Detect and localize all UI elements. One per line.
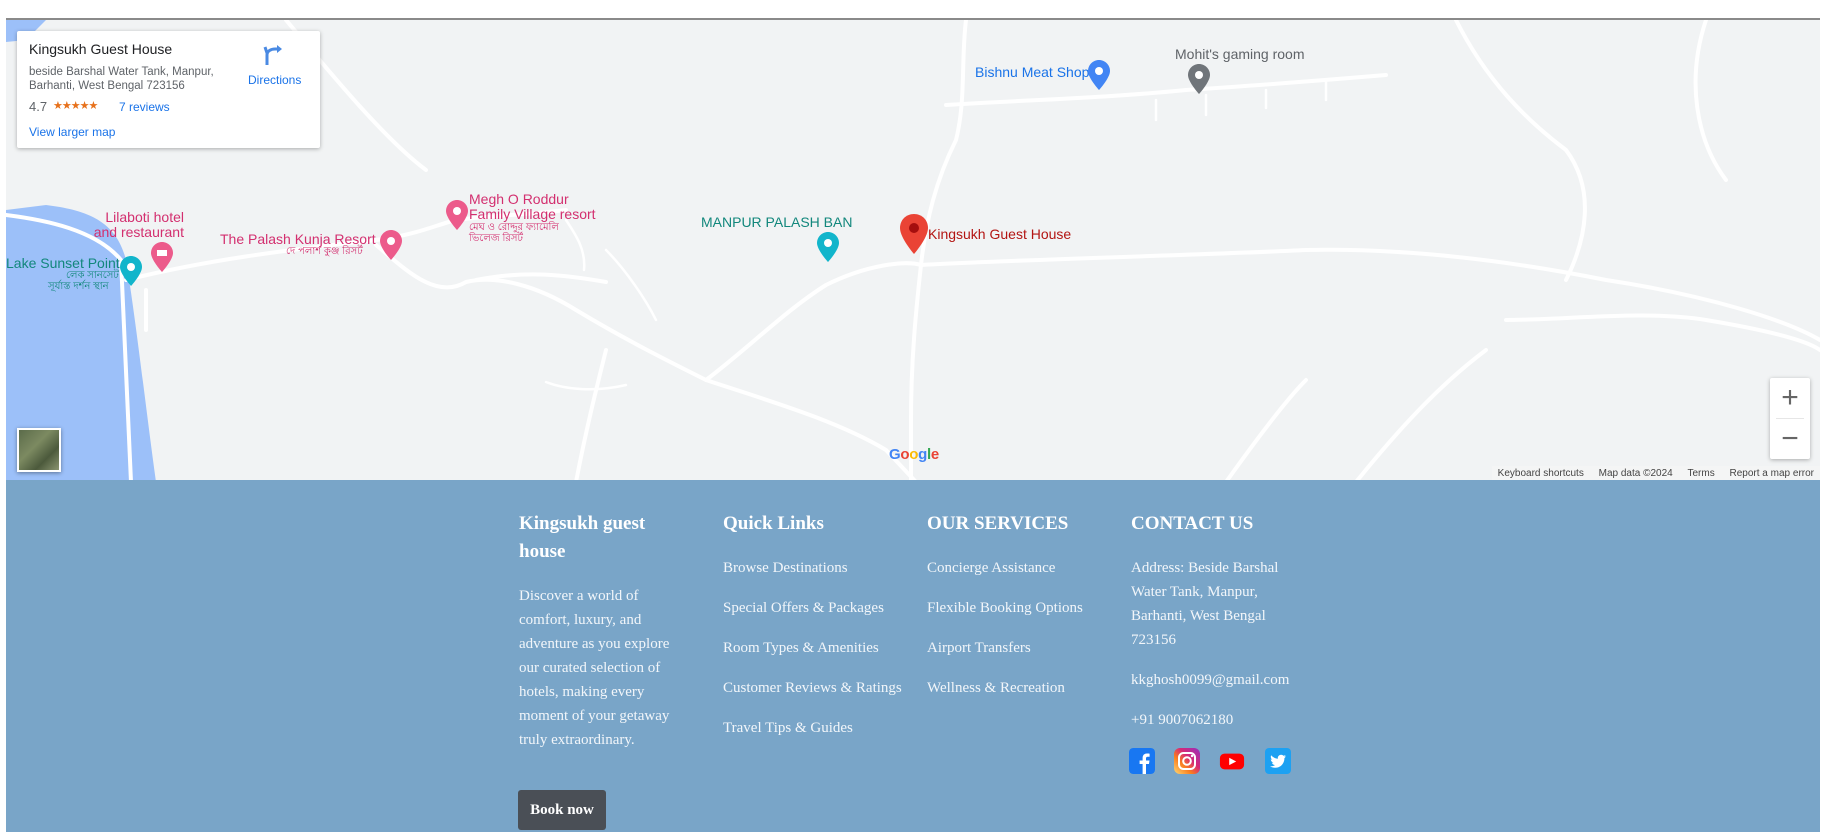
twitter-icon[interactable] — [1265, 748, 1291, 774]
resort-pin-icon[interactable] — [380, 230, 402, 260]
place-pin-icon[interactable] — [1188, 64, 1210, 94]
viewpoint-pin-icon[interactable] — [120, 256, 142, 286]
service-link-item[interactable]: Wellness & Recreation — [927, 676, 1107, 700]
map-label-palash-bengali: দে পলাশ কুঞ্জ রিসর্ট — [286, 246, 363, 257]
map-label-manpur[interactable]: MANPUR PALASH BAN — [701, 214, 852, 230]
map-label-mohit[interactable]: Mohit's gaming room — [1175, 46, 1305, 62]
report-map-error-link[interactable]: Report a map error — [1730, 468, 1814, 479]
quick-link-item[interactable]: Customer Reviews & Ratings — [723, 676, 903, 700]
footer-about-column: Kingsukh guest house Discover a world of… — [519, 510, 689, 752]
map-label-megh-bengali-2: ভিলেজ রিসর্ট — [469, 233, 523, 244]
hotel-pin-icon[interactable] — [151, 242, 173, 272]
site-footer: Kingsukh guest house Discover a world of… — [6, 480, 1820, 832]
footer-quick-links-title: Quick Links — [723, 513, 824, 534]
service-link-item[interactable]: Airport Transfers — [927, 636, 1107, 660]
quick-link-item[interactable]: Travel Tips & Guides — [723, 716, 903, 740]
map-label-megh-line2[interactable]: Family Village resort — [469, 206, 596, 222]
book-now-button[interactable]: Book now — [518, 790, 606, 830]
youtube-icon[interactable] — [1219, 748, 1245, 774]
quick-link-item[interactable]: Browse Destinations — [723, 556, 903, 580]
map-label-kingsukh[interactable]: Kingsukh Guest House — [928, 226, 1071, 242]
contact-address: Address: Beside Barshal Water Tank, Manp… — [1131, 560, 1279, 648]
zoom-in-button[interactable]: + — [1770, 378, 1810, 418]
google-logo: Google — [889, 446, 939, 463]
view-larger-map-link[interactable]: View larger map — [29, 125, 115, 139]
place-rating: 4.7 — [29, 99, 48, 114]
directions-icon[interactable] — [263, 43, 285, 67]
embedded-map[interactable]: Kingsukh Guest House beside Barshal Wate… — [6, 18, 1820, 482]
service-link-item[interactable]: Concierge Assistance — [927, 556, 1107, 580]
service-link-item[interactable]: Flexible Booking Options — [927, 596, 1107, 620]
park-pin-icon[interactable] — [817, 232, 839, 262]
footer-services-column: OUR SERVICES Concierge Assistance Flexib… — [927, 510, 1107, 716]
resort-pin-icon[interactable] — [446, 200, 468, 230]
map-label-lake-bengali-1: লেক সানসেট — [66, 270, 119, 281]
map-label-lilaboti-line2[interactable]: and restaurant — [88, 224, 184, 240]
instagram-icon[interactable] — [1174, 748, 1200, 774]
map-data-text: Map data ©2024 — [1598, 468, 1673, 479]
zoom-controls: + − — [1770, 378, 1810, 459]
footer-contact-column: CONTACT US Address: Beside Barshal Water… — [1131, 510, 1311, 748]
footer-about-description: Discover a world of comfort, luxury, and… — [519, 588, 670, 748]
quick-link-item[interactable]: Special Offers & Packages — [723, 596, 903, 620]
map-label-megh-bengali: মেঘ ও রোদ্দুর ফ্যামেলি — [469, 222, 559, 233]
place-info-card: Kingsukh Guest House beside Barshal Wate… — [17, 31, 320, 148]
facebook-icon[interactable] — [1129, 748, 1155, 774]
quick-link-item[interactable]: Room Types & Amenities — [723, 636, 903, 660]
reviews-link[interactable]: 7 reviews — [119, 100, 170, 114]
footer-about-title: Kingsukh guest house — [519, 513, 646, 562]
directions-link[interactable]: Directions — [248, 73, 301, 87]
place-address: beside Barshal Water Tank, Manpur, Barha… — [29, 66, 214, 92]
contact-email[interactable]: kkghosh0099@gmail.com — [1131, 668, 1311, 692]
footer-contact-title: CONTACT US — [1131, 513, 1254, 534]
map-label-lake-bengali-2: সূর্যাস্ত দর্শন স্থান — [48, 281, 109, 292]
zoom-out-button[interactable]: − — [1770, 419, 1810, 459]
keyboard-shortcuts-link[interactable]: Keyboard shortcuts — [1498, 468, 1584, 479]
satellite-toggle-button[interactable] — [17, 428, 61, 472]
footer-services-title: OUR SERVICES — [927, 513, 1069, 534]
selected-location-pin-icon[interactable] — [900, 214, 928, 254]
contact-phone[interactable]: +91 9007062180 — [1131, 708, 1311, 732]
place-name: Kingsukh Guest House — [29, 41, 173, 57]
rating-stars-icon: ★★★★★ — [53, 100, 98, 112]
map-label-bishnu[interactable]: Bishnu Meat Shop — [975, 64, 1089, 80]
footer-quick-links-column: Quick Links Browse Destinations Special … — [723, 510, 903, 756]
terms-link[interactable]: Terms — [1688, 468, 1715, 479]
shop-pin-icon[interactable] — [1088, 60, 1110, 90]
